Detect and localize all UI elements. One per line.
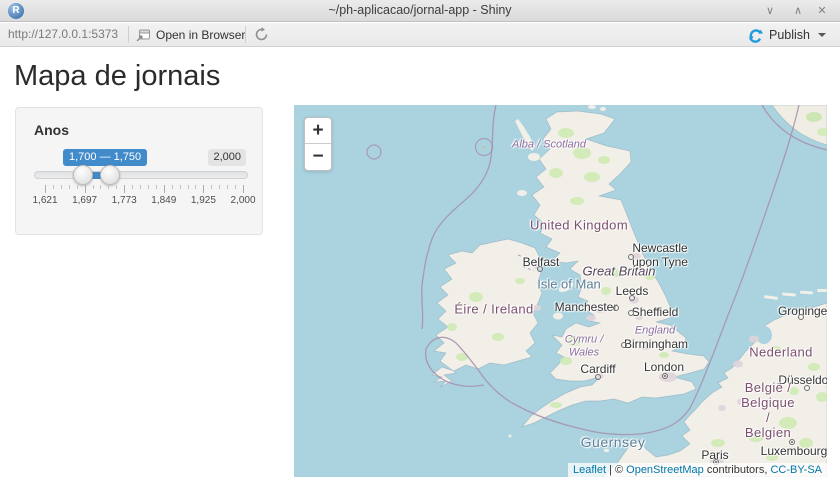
minimize-icon[interactable]: ∨ [762, 3, 778, 19]
slider-tick-minor [227, 185, 228, 189]
slider-range-value: 1,700 — 1,750 [63, 149, 147, 166]
slider-tick-label: 1,697 [72, 195, 97, 206]
license-link[interactable]: CC-BY-SA [770, 464, 822, 476]
app-url: http://127.0.0.1:5373 [8, 27, 118, 41]
slider-tick-minor [61, 185, 62, 189]
city-marker [628, 254, 634, 260]
slider-tick-minor [132, 185, 133, 189]
slider-tick-label: 1,621 [32, 195, 57, 206]
open-in-browser-icon [136, 29, 151, 42]
slider-tick-label: 1,925 [191, 195, 216, 206]
leaflet-map[interactable]: Alba / ScotlandUnited KingdomNewcastle u… [294, 105, 827, 477]
slider-tick-major [124, 185, 125, 193]
publish-label: Publish [769, 28, 810, 42]
slider-tick-label: 2,000 [230, 195, 255, 206]
slider-tick-minor [100, 185, 101, 189]
slider-handle-to[interactable] [100, 165, 120, 185]
slider-tick-minor [77, 185, 78, 189]
slider-tick-label: 1,773 [112, 195, 137, 206]
slider-tick-minor [235, 185, 236, 189]
page-title: Mapa de jornais [14, 60, 220, 93]
osm-link[interactable]: OpenStreetMap [626, 464, 704, 476]
city-marker [621, 342, 627, 348]
city-marker [629, 295, 635, 301]
slider-tick-major [164, 185, 165, 193]
publish-icon [748, 27, 764, 43]
slider-tick-minor [219, 185, 220, 189]
publish-dropdown-caret [818, 33, 826, 37]
map-zoom-control: + − [304, 117, 332, 171]
close-icon[interactable]: ✕ [814, 3, 830, 19]
city-marker [537, 266, 543, 272]
refresh-button[interactable] [254, 27, 270, 43]
slider-tick-minor [53, 185, 54, 189]
city-marker [595, 374, 601, 380]
leaflet-link[interactable]: Leaflet [573, 464, 606, 476]
attribution-text: | © [606, 464, 626, 476]
city-marker [798, 314, 804, 320]
city-marker [613, 305, 619, 311]
slider-max-value: 2,000 [208, 149, 246, 166]
toolbar-separator [128, 26, 129, 43]
slider-label: Anos [34, 122, 69, 138]
map-canvas [294, 105, 827, 477]
slider-tick-minor [108, 185, 109, 189]
capital-dot [791, 441, 794, 444]
viewer-toolbar: http://127.0.0.1:5373 Open in Browser [0, 23, 840, 47]
slider-tick-minor [116, 185, 117, 189]
attribution-text: contributors, [704, 464, 771, 476]
refresh-icon [254, 27, 269, 42]
slider-tick-minor [188, 185, 189, 189]
toolbar-separator [245, 26, 246, 43]
slider-grid: 1,6211,6971,7731,8491,9252,000 [45, 185, 243, 207]
slider-tick-minor [148, 185, 149, 189]
slider-tick-minor [211, 185, 212, 189]
slider-handle-from[interactable] [73, 165, 93, 185]
window-titlebar: R ~/ph-aplicacao/jornal-app - Shiny ∨ ∧ … [0, 0, 840, 22]
slider-tick-major [45, 185, 46, 193]
window-title: ~/ph-aplicacao/jornal-app - Shiny [0, 0, 840, 22]
sidebar-panel: Anos 1,700 — 1,750 2,000 1,621 1,697 1,773… [15, 107, 263, 235]
slider-tick-minor [69, 185, 70, 189]
slider-tick-minor [180, 185, 181, 189]
zoom-out-button[interactable]: − [305, 144, 331, 170]
slider-tick-major [85, 185, 86, 193]
open-in-browser-button[interactable]: Open in Browser [136, 26, 245, 44]
capital-marker [789, 439, 795, 445]
slider-tick-label: 1,849 [151, 195, 176, 206]
slider-tick-minor [140, 185, 141, 189]
slider-tick-minor [172, 185, 173, 189]
slider-tick-major [203, 185, 204, 193]
capital-dot [664, 375, 667, 378]
city-marker [628, 310, 634, 316]
open-in-browser-label: Open in Browser [156, 28, 245, 42]
rstudio-shiny-window: R ~/ph-aplicacao/jornal-app - Shiny ∨ ∧ … [0, 0, 840, 495]
slider-tick-major [243, 185, 244, 193]
slider-tick-minor [93, 185, 94, 189]
maximize-icon[interactable]: ∧ [790, 3, 806, 19]
zoom-in-button[interactable]: + [305, 118, 331, 144]
slider-tick-minor [156, 185, 157, 189]
capital-marker [662, 373, 668, 379]
slider-tick-minor [195, 185, 196, 189]
city-marker [804, 385, 810, 391]
slider-track[interactable] [34, 171, 248, 179]
map-attribution: Leaflet | © OpenStreetMap contributors, … [568, 463, 827, 477]
publish-button[interactable]: Publish [748, 26, 826, 44]
